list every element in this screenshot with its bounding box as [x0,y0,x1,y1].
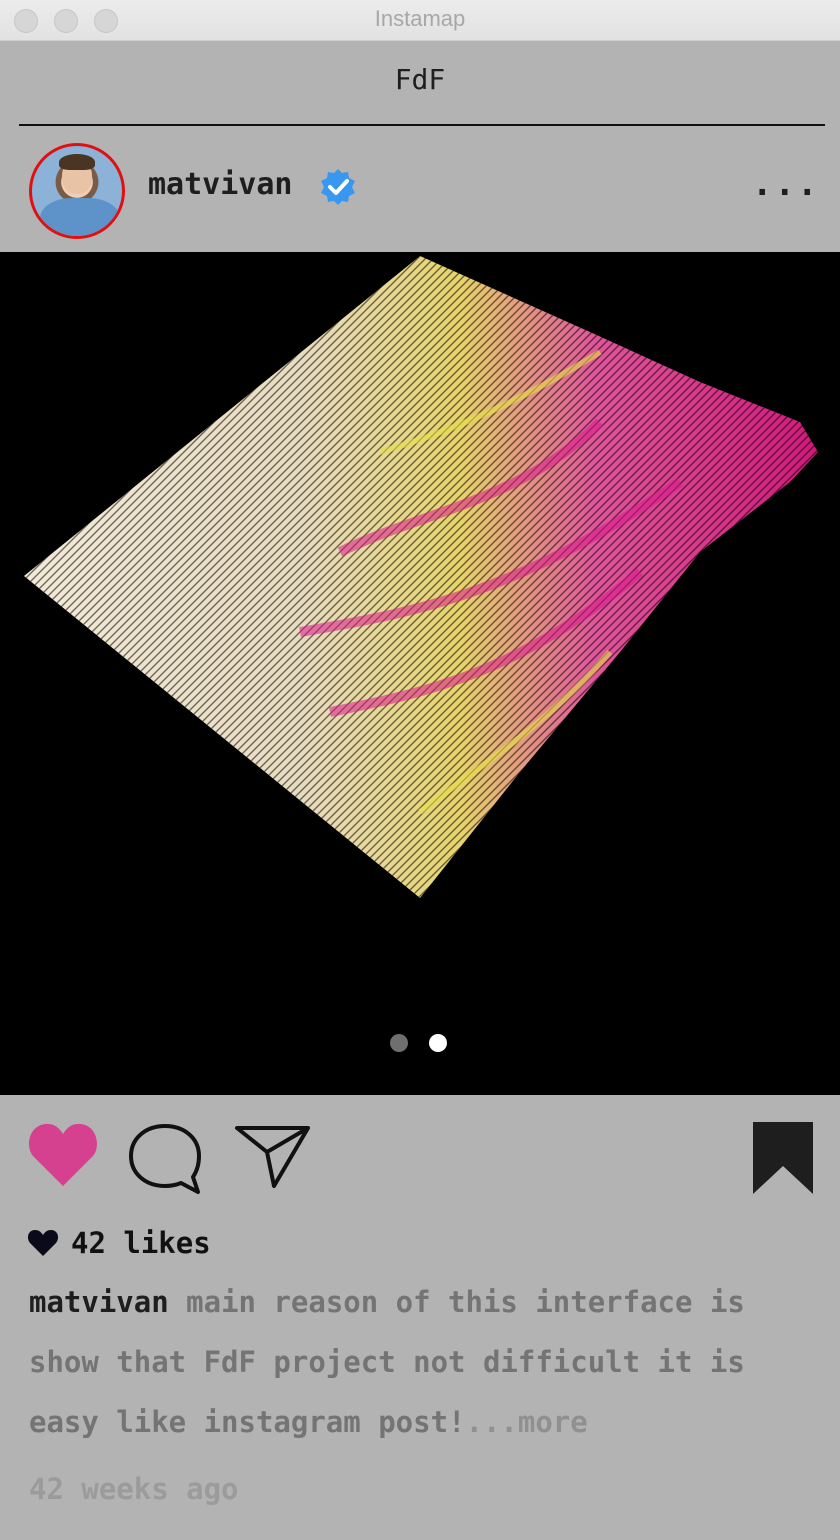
app-title: FdF [394,63,446,96]
likes-text: 42 likes [71,1226,211,1260]
avatar-hair [59,154,95,170]
caption-more-link[interactable]: ...more [466,1405,588,1439]
avatar[interactable] [29,143,125,239]
window-title: Instamap [374,6,466,31]
post-timestamp: 42 weeks ago [29,1472,239,1506]
window-titlebar: Instamap [0,0,840,41]
likes-count[interactable]: 42 likes [27,1226,211,1260]
wireframe-map-image [24,256,818,898]
carousel-dot-2-active[interactable] [429,1034,447,1052]
header-divider [19,124,825,126]
small-heart-icon [27,1230,59,1256]
carousel-dot-1[interactable] [390,1034,408,1052]
post-username[interactable]: matvivan [148,167,293,202]
bookmark-icon[interactable] [751,1120,815,1196]
post-image[interactable] [0,252,840,1095]
comment-icon[interactable] [126,1120,204,1196]
heart-icon[interactable] [27,1120,99,1190]
send-icon[interactable] [234,1122,312,1190]
verified-badge-icon [321,169,355,205]
caption-username[interactable]: matvivan [29,1285,169,1319]
avatar-shirt [40,198,120,236]
app-header: FdF [0,41,840,125]
post-caption: matvivan main reason of this interface i… [29,1272,819,1452]
more-options-button[interactable]: ... [752,164,817,210]
